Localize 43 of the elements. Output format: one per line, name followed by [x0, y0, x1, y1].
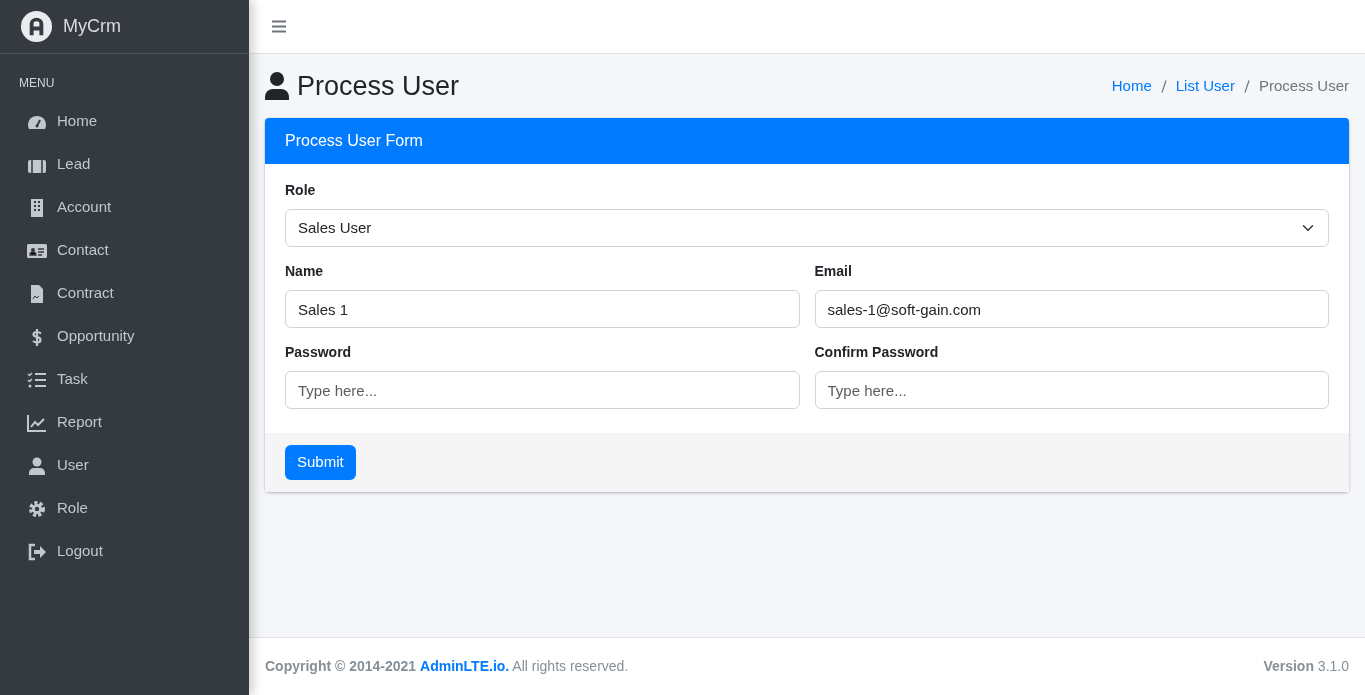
sidebar-item[interactable]: Opportunity: [0, 315, 241, 358]
user-icon: [265, 72, 289, 101]
submit-button[interactable]: Submit: [285, 445, 356, 480]
breadcrumb-link[interactable]: List User: [1175, 74, 1235, 98]
page-title: Process User: [297, 70, 460, 103]
brand-name: MyCrm: [63, 15, 121, 38]
sidebar-item[interactable]: Account: [0, 186, 241, 229]
breadcrumb-link[interactable]: Home: [1111, 74, 1152, 98]
sidebar-item[interactable]: Contact: [0, 229, 241, 272]
field-label: Role: [285, 181, 317, 201]
field-label: Confirm Password: [814, 343, 940, 363]
field-label: Password: [285, 343, 353, 363]
user-icon: [27, 456, 47, 475]
menu-header: MENU: [18, 75, 56, 92]
sidebar-item[interactable]: Task: [0, 358, 241, 401]
role-select[interactable]: Sales User: [285, 209, 1329, 248]
sidebar-item[interactable]: Contract: [0, 272, 241, 315]
sidebar-item[interactable]: Lead: [0, 143, 241, 186]
field-label: Name: [285, 262, 325, 282]
checklist-icon: [27, 370, 47, 389]
card-title: Process User Form: [265, 118, 1349, 165]
breadcrumb-current: Process User: [1258, 75, 1349, 96]
password-field[interactable]: Type here...: [285, 371, 800, 410]
input-field[interactable]: sales-1@soft-gain.com: [814, 290, 1329, 329]
sidebar-item[interactable]: Role: [0, 487, 241, 530]
sign-out-icon: [27, 542, 47, 561]
version-text: Version 3.1.0: [1263, 657, 1349, 676]
field-label: Email: [814, 262, 853, 282]
copyright-text: Copyright © 2014-2021 AdminLTE.io. All rights reserved.: [265, 657, 629, 676]
id-card-icon: [27, 241, 47, 260]
password-field[interactable]: Type here...: [814, 371, 1329, 410]
line-chart-icon: [27, 413, 47, 432]
sidebar-item[interactable]: Home: [0, 100, 241, 143]
breadcrumb-separator-icon: [1243, 79, 1250, 93]
logo-icon: [20, 10, 53, 43]
breadcrumb-separator-icon: [1160, 79, 1167, 93]
gear-icon: [27, 499, 47, 518]
input-field[interactable]: Sales 1: [285, 290, 800, 329]
adminlte-link[interactable]: AdminLTE.io.: [420, 658, 510, 674]
sidebar-item[interactable]: Report: [0, 401, 241, 444]
sidebar-item[interactable]: Logout: [0, 530, 241, 573]
sidebar-item[interactable]: User: [0, 444, 241, 487]
menu-icon[interactable]: [271, 20, 287, 33]
